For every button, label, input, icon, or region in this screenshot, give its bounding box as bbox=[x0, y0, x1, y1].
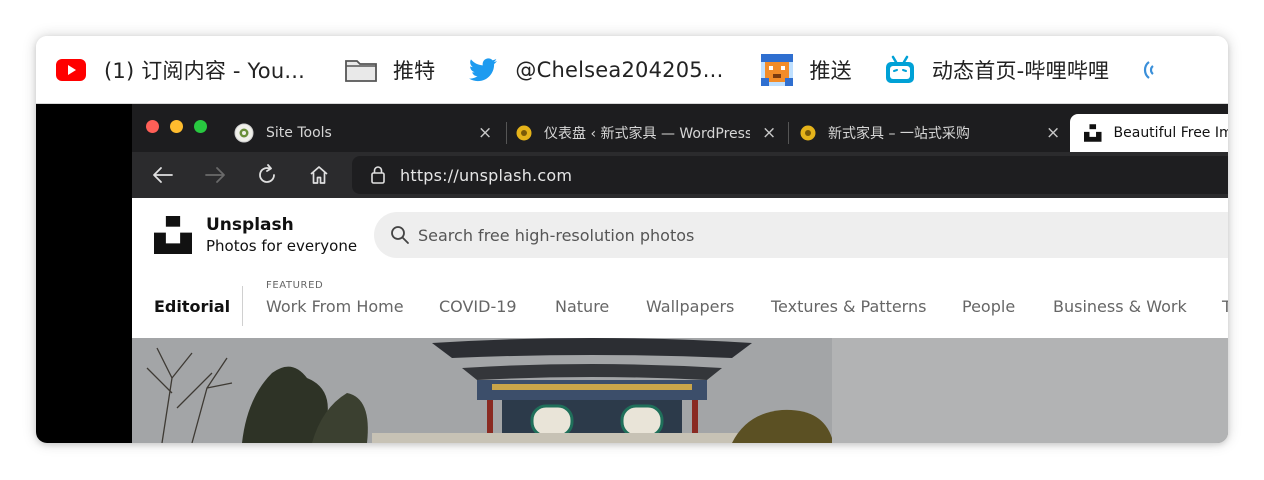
hero-photo[interactable] bbox=[132, 338, 1228, 443]
bookmark-folder-tuite[interactable]: 推特 bbox=[345, 36, 435, 103]
nav-textures-patterns[interactable]: Textures & Patterns bbox=[771, 297, 926, 316]
search-placeholder: Search free high-resolution photos bbox=[418, 225, 695, 245]
tab-unsplash[interactable]: Beautiful Free Images bbox=[1070, 114, 1228, 152]
nav-covid-19[interactable]: COVID-19 bbox=[439, 297, 517, 316]
browser-window: (1) 订阅内容 - You... 推特 @Chelsea204205... 推… bbox=[36, 36, 1228, 443]
tab-close-icon[interactable]: × bbox=[478, 123, 492, 143]
wifi-icon bbox=[1144, 60, 1155, 79]
bookmark-label: 推送 bbox=[809, 58, 852, 83]
bookmark-youtube[interactable]: (1) 订阅内容 - You... bbox=[56, 36, 305, 103]
reload-button[interactable] bbox=[252, 160, 282, 190]
close-window-button[interactable] bbox=[146, 120, 159, 133]
site-tools-icon bbox=[234, 123, 254, 143]
brand-name[interactable]: Unsplash bbox=[206, 215, 294, 235]
lock-icon bbox=[371, 166, 385, 184]
tab-separator bbox=[788, 122, 789, 144]
unsplash-page: Unsplash Photos for everyone Search free… bbox=[132, 198, 1228, 443]
search-icon bbox=[391, 226, 409, 244]
reload-icon bbox=[259, 164, 275, 183]
tab-separator bbox=[506, 122, 507, 144]
tab-furniture-store[interactable]: 新式家具 – 一站式采购 × bbox=[800, 114, 1068, 152]
brand-tagline: Photos for everyone bbox=[206, 237, 358, 255]
bookmark-label: 推特 bbox=[392, 58, 436, 83]
bookmark-label: (1) 订阅内容 - You... bbox=[104, 58, 305, 83]
bookmark-partial[interactable] bbox=[1139, 36, 1159, 103]
tab-site-tools[interactable]: Site Tools × bbox=[232, 114, 500, 152]
tab-close-icon[interactable]: × bbox=[762, 123, 776, 143]
forward-button[interactable] bbox=[200, 160, 230, 190]
home-icon bbox=[310, 166, 328, 184]
bilibili-icon bbox=[885, 55, 914, 83]
tab-wordpress-dashboard[interactable]: 仪表盘 ‹ 新式家具 — WordPress × bbox=[516, 114, 784, 152]
url-text: https://unsplash.com bbox=[400, 165, 573, 185]
pixel-avatar-icon bbox=[761, 53, 794, 86]
bookmark-label: @Chelsea204205... bbox=[515, 57, 724, 82]
tab-label: 仪表盘 ‹ 新式家具 — WordPress bbox=[544, 126, 750, 142]
nav-work-from-home[interactable]: Work From Home bbox=[266, 297, 404, 316]
arrow-left-icon bbox=[153, 167, 173, 183]
unsplash-logo[interactable] bbox=[154, 216, 192, 254]
topic-nav: Editorial FEATURED Work From Home COVID-… bbox=[132, 268, 1228, 340]
embedded-screenshot: Site Tools × 仪表盘 ‹ 新式家具 — WordPress × 新式… bbox=[36, 104, 1228, 443]
nav-nature[interactable]: Nature bbox=[555, 297, 609, 316]
inner-browser: Site Tools × 仪表盘 ‹ 新式家具 — WordPress × 新式… bbox=[132, 104, 1228, 443]
address-bar[interactable]: https://unsplash.com bbox=[352, 156, 1228, 194]
home-button[interactable] bbox=[304, 160, 334, 190]
tab-label: Site Tools bbox=[266, 125, 332, 141]
pagoda-image bbox=[132, 338, 1228, 443]
youtube-icon bbox=[56, 58, 86, 81]
folder-icon bbox=[345, 59, 377, 82]
wordpress-favicon bbox=[516, 125, 532, 141]
back-button[interactable] bbox=[148, 160, 178, 190]
nav-divider bbox=[242, 286, 243, 326]
bookmark-bilibili[interactable]: 动态首页-哔哩哔哩 bbox=[884, 36, 1109, 103]
nav-wallpapers[interactable]: Wallpapers bbox=[646, 297, 734, 316]
maximize-window-button[interactable] bbox=[194, 120, 207, 133]
nav-people[interactable]: People bbox=[962, 297, 1015, 316]
browser-toolbar: https://unsplash.com bbox=[132, 152, 1228, 198]
tab-label: 新式家具 – 一站式采购 bbox=[828, 126, 970, 142]
bookmarks-bar: (1) 订阅内容 - You... 推特 @Chelsea204205... 推… bbox=[36, 36, 1228, 104]
search-bar[interactable]: Search free high-resolution photos bbox=[374, 212, 1228, 258]
arrow-right-icon bbox=[205, 167, 225, 183]
twitter-icon bbox=[469, 57, 498, 81]
featured-label: FEATURED bbox=[266, 280, 324, 291]
bookmark-twitter[interactable]: @Chelsea204205... bbox=[469, 36, 723, 103]
nav-more-partial[interactable]: T bbox=[1222, 297, 1228, 316]
tab-close-icon[interactable]: × bbox=[1046, 123, 1060, 143]
store-favicon bbox=[800, 125, 816, 141]
nav-editorial[interactable]: Editorial bbox=[154, 297, 230, 316]
minimize-window-button[interactable] bbox=[170, 120, 183, 133]
bookmark-label: 动态首页-哔哩哔哩 bbox=[931, 58, 1110, 83]
nav-business-work[interactable]: Business & Work bbox=[1053, 297, 1187, 316]
bookmark-push[interactable]: 推送 bbox=[761, 36, 852, 103]
unsplash-favicon bbox=[1084, 124, 1102, 142]
tab-label: Beautiful Free Images bbox=[1113, 125, 1228, 141]
